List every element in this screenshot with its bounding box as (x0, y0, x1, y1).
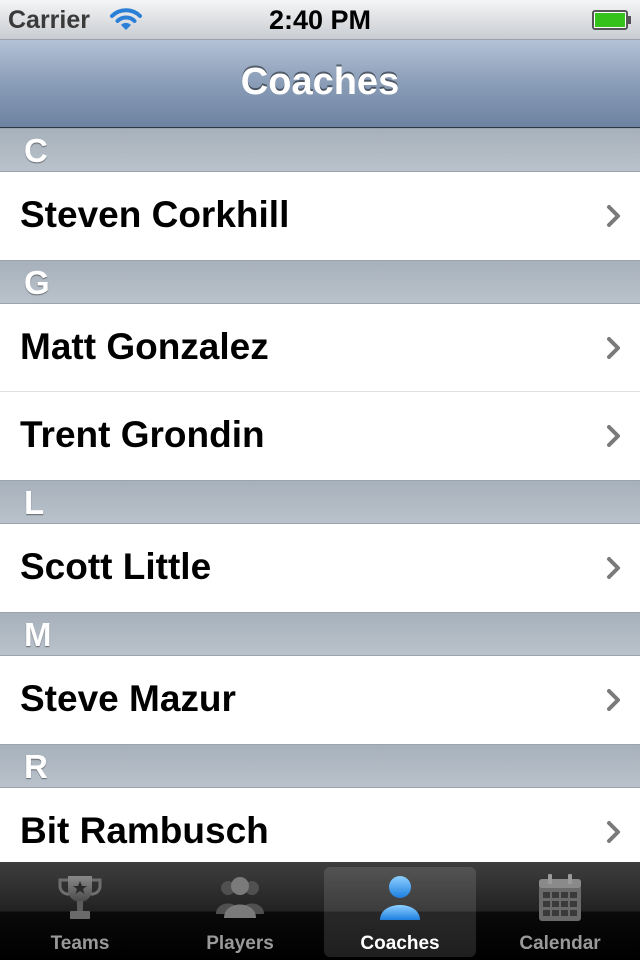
tab-bar: Teams Players Coaches Calendar (0, 862, 640, 960)
chevron-right-icon (607, 205, 620, 227)
chevron-right-icon (607, 821, 620, 843)
tab-teams[interactable]: Teams (0, 862, 160, 960)
tab-coaches[interactable]: Coaches (320, 862, 480, 960)
carrier-label: Carrier (8, 6, 90, 34)
wifi-icon (110, 8, 142, 30)
tab-label: Coaches (360, 933, 440, 954)
section-letter: R (24, 748, 48, 785)
section-header-m: M (0, 612, 640, 656)
coach-name: Steven Corkhill (20, 194, 290, 235)
chevron-right-icon (607, 689, 620, 711)
list-item[interactable]: Trent Grondin (0, 392, 640, 480)
chevron-right-icon (607, 557, 620, 579)
section-letter: G (24, 264, 50, 301)
section-letter: L (24, 484, 45, 521)
section-header-r: R (0, 744, 640, 788)
coach-name: Trent Grondin (20, 414, 265, 455)
tab-players[interactable]: Players (160, 862, 320, 960)
tab-label: Calendar (519, 933, 601, 954)
list-item[interactable]: Bit Rambusch (0, 788, 640, 862)
tab-label: Players (206, 933, 274, 954)
list-item[interactable]: Scott Little (0, 524, 640, 612)
list-item[interactable]: Steve Mazur (0, 656, 640, 744)
section-letter: C (24, 132, 48, 169)
status-bar: Carrier 2:40 PM (0, 0, 640, 40)
list-item[interactable]: Steven Corkhill (0, 172, 640, 260)
section-letter: M (24, 616, 52, 653)
coach-name: Steve Mazur (20, 678, 236, 719)
chevron-right-icon (607, 337, 620, 359)
coach-name: Matt Gonzalez (20, 326, 269, 367)
chevron-right-icon (607, 425, 620, 447)
list-item[interactable]: Matt Gonzalez (0, 304, 640, 392)
tab-calendar[interactable]: Calendar (480, 862, 640, 960)
person-icon (380, 876, 420, 920)
coach-name: Scott Little (20, 546, 212, 587)
tab-label: Teams (50, 933, 110, 954)
section-header-g: G (0, 260, 640, 304)
section-header-c: C (0, 128, 640, 172)
battery-icon (592, 10, 631, 30)
calendar-icon (539, 874, 581, 921)
trophy-icon (58, 876, 102, 919)
navigation-bar: Coaches (0, 40, 640, 128)
page-title: Coaches (240, 61, 400, 103)
coaches-list[interactable]: C Steven Corkhill G Matt Gonzalez Trent … (0, 128, 640, 862)
clock: 2:40 PM (268, 5, 372, 35)
section-header-l: L (0, 480, 640, 524)
coach-name: Bit Rambusch (20, 810, 269, 851)
people-icon (216, 877, 264, 918)
